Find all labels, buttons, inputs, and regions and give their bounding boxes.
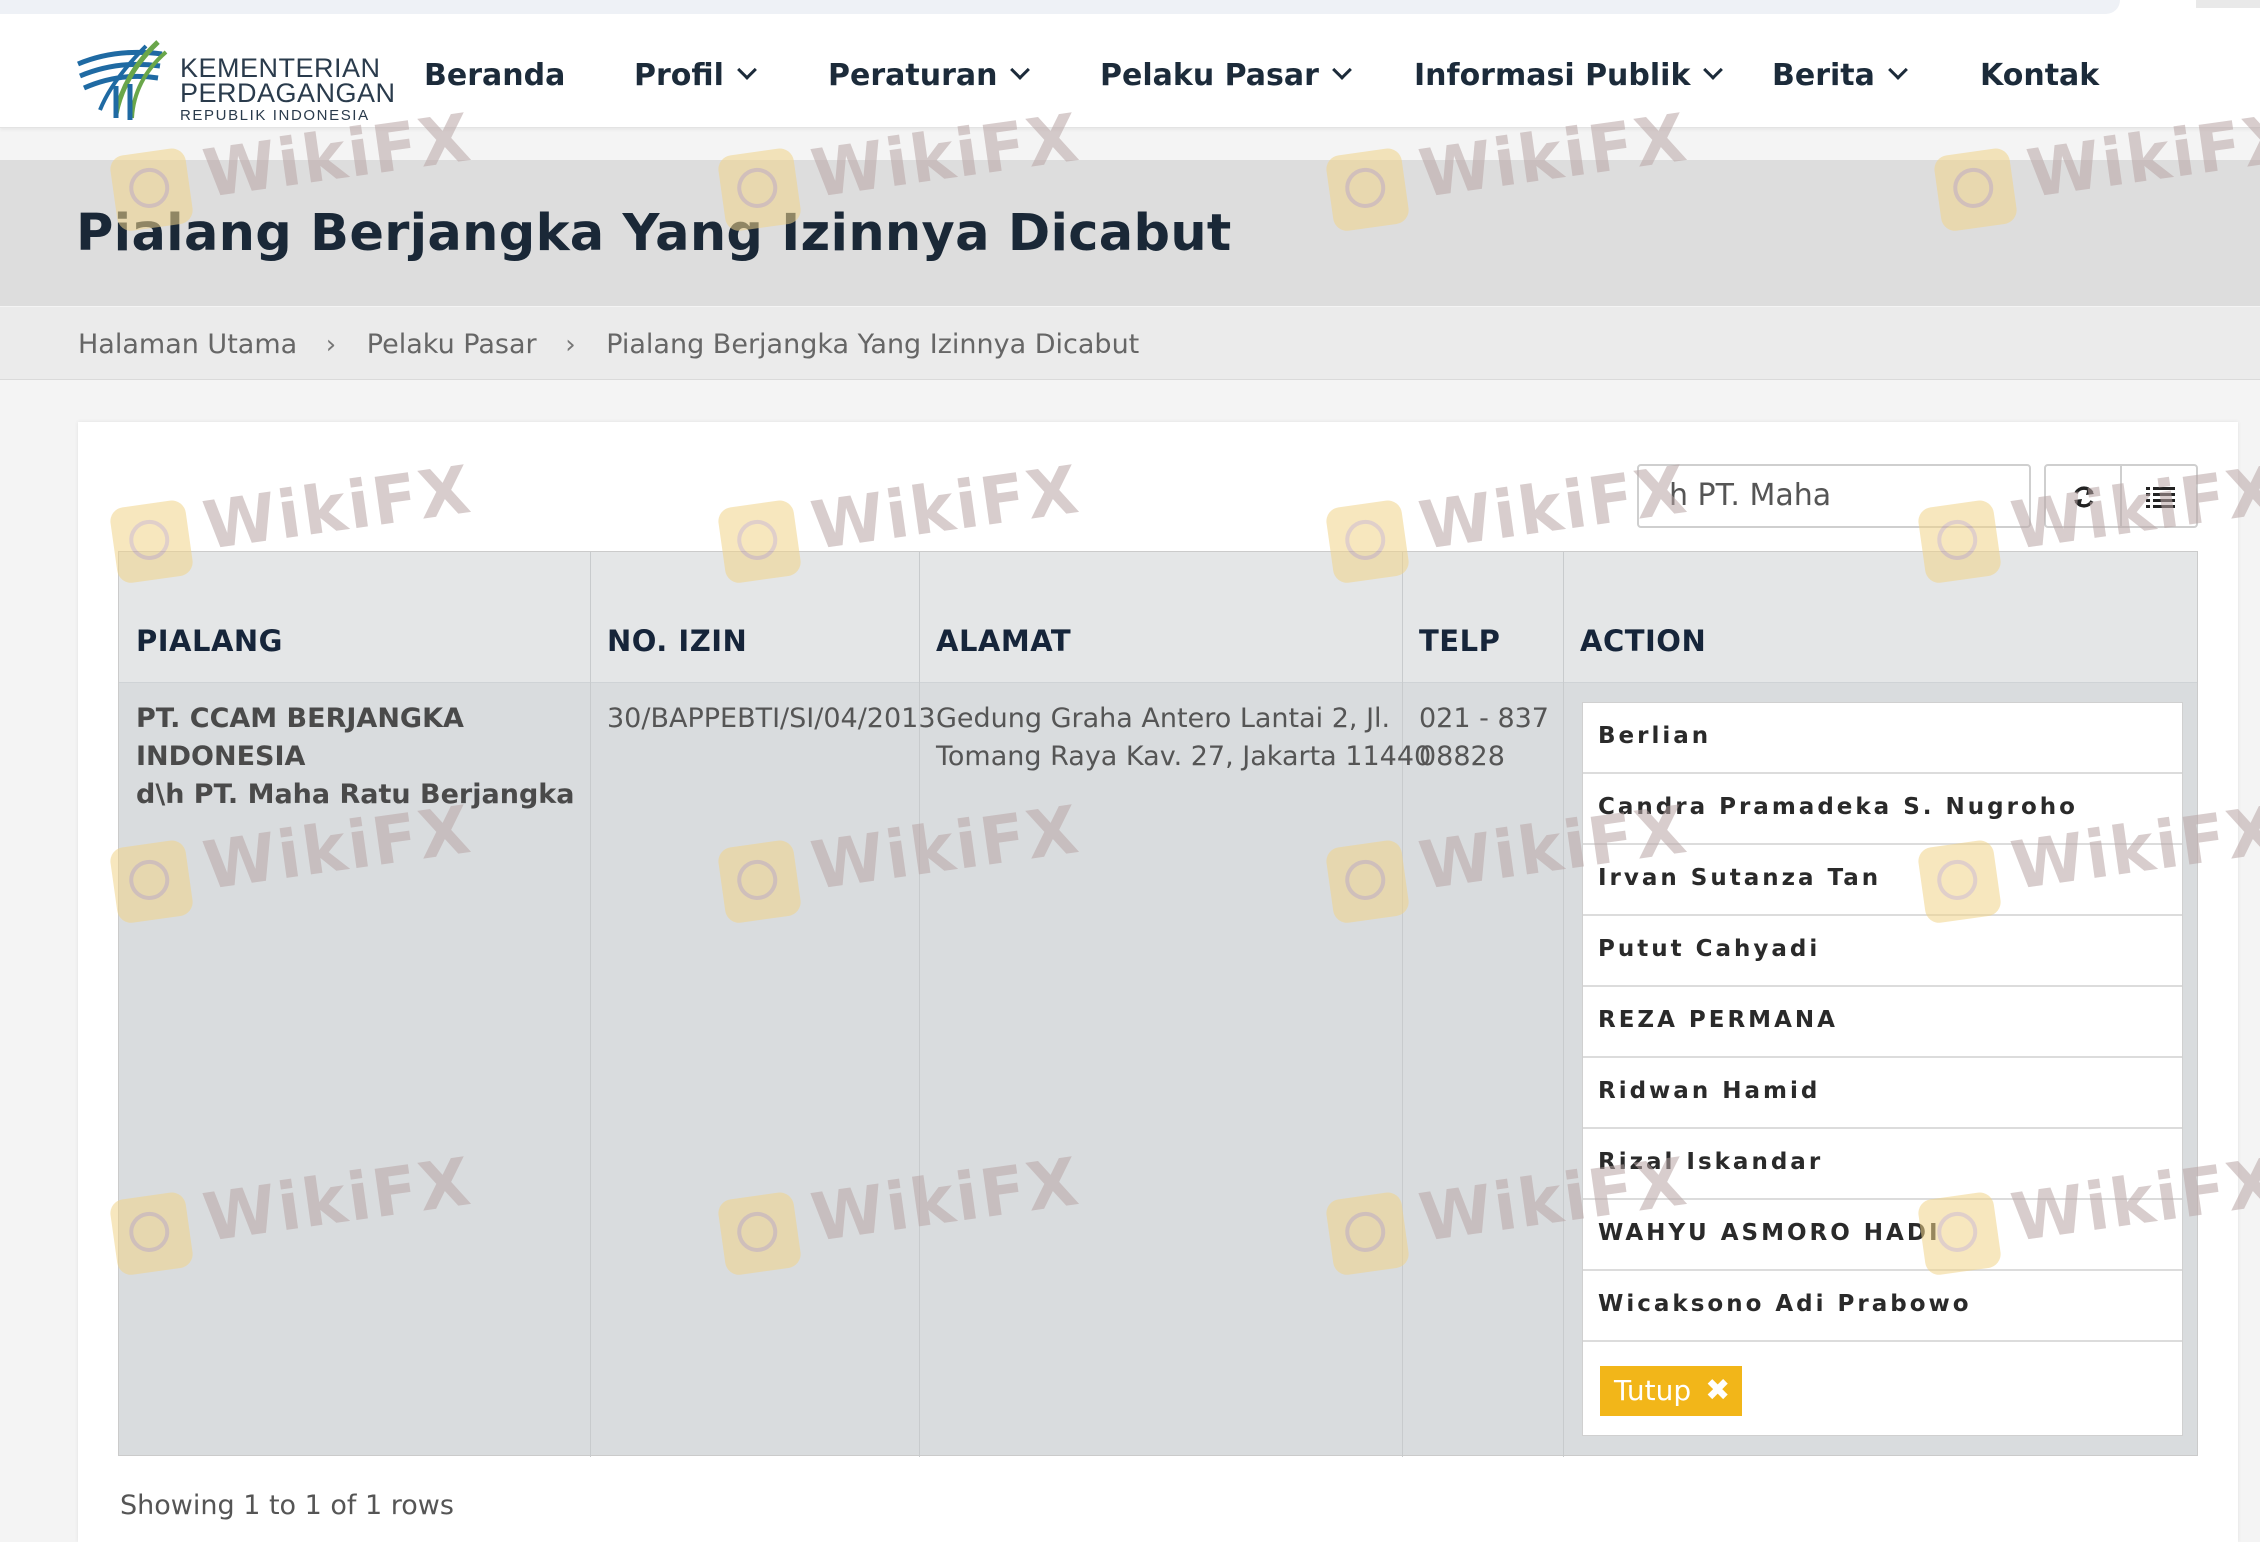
page-header-band: Pialang Berjangka Yang Izinnya Dicabut	[0, 160, 2260, 306]
refresh-icon	[2074, 486, 2094, 508]
nav-item-beranda[interactable]: Beranda	[424, 58, 565, 93]
column-divider	[590, 552, 591, 1457]
column-divider	[1402, 552, 1403, 1457]
chevron-down-icon	[737, 60, 757, 80]
nav-label: Peraturan	[828, 58, 998, 93]
nav-item-berita[interactable]: Berita	[1772, 58, 1908, 93]
list-item[interactable]: REZA PERMANA	[1583, 987, 2182, 1058]
nav-label: Kontak	[1980, 58, 2100, 93]
list-item[interactable]: Rizal Iskandar	[1583, 1129, 2182, 1200]
cell-telp: 021 - 837 08828	[1419, 700, 1549, 776]
close-button-label: Tutup	[1614, 1374, 1692, 1407]
chevron-down-icon	[1703, 60, 1724, 80]
pagination-summary: Showing 1 to 1 of 1 rows	[120, 1490, 454, 1521]
list-item[interactable]: Putut Cahyadi	[1583, 916, 2182, 987]
action-dropdown-panel: Berlian Candra Pramadeka S. Nugroho Irva…	[1582, 702, 2183, 1436]
logo-wordmark: KEMENTERIAN PERDAGANGAN REPUBLIK INDONES…	[180, 55, 396, 126]
alamat-line: Gedung Graha Antero Lantai 2, Jl.	[936, 703, 1391, 734]
logo-line-2: PERDAGANGAN	[180, 78, 396, 108]
nav-label: Berita	[1772, 58, 1875, 93]
column-header-telp[interactable]: TELP	[1419, 624, 1500, 658]
chevron-down-icon	[1887, 60, 1908, 80]
nav-label: Informasi Publik	[1414, 58, 1691, 93]
cell-pialang: PT. CCAM BERJANGKA INDONESIA d\h PT. Mah…	[136, 700, 576, 814]
chevron-down-icon	[1332, 60, 1352, 80]
page-title: Pialang Berjangka Yang Izinnya Dicabut	[76, 204, 1232, 263]
columns-toggle-button[interactable]	[2120, 464, 2198, 528]
column-divider	[1563, 552, 1564, 1457]
nav-label: Profil	[634, 58, 724, 93]
browser-top-strip	[0, 0, 2260, 28]
nav-label: Pelaku Pasar	[1100, 58, 1319, 93]
telp-line: 08828	[1419, 741, 1505, 772]
chevron-right-icon: ›	[325, 330, 337, 360]
alamat-line: Tomang Raya Kav. 27, Jakarta 11440	[936, 741, 1432, 772]
nav-item-pelaku-pasar[interactable]: Pelaku Pasar	[1100, 58, 1352, 93]
ministry-logo[interactable]: KEMENTERIAN PERDAGANGAN REPUBLIK INDONES…	[76, 34, 395, 124]
logo-line-3: REPUBLIK INDONESIA	[180, 107, 370, 124]
refresh-button[interactable]	[2044, 464, 2122, 528]
results-table: PIALANG NO. IZIN ALAMAT TELP ACTION PT. …	[118, 551, 2198, 1457]
list-item[interactable]: Berlian	[1583, 703, 2182, 774]
telp-line: 021 - 837	[1419, 703, 1549, 734]
column-header-no-izin[interactable]: NO. IZIN	[607, 624, 747, 658]
nav-item-kontak[interactable]: Kontak	[1980, 58, 2099, 93]
close-button[interactable]: Tutup ✖	[1600, 1366, 1742, 1416]
list-item[interactable]: Irvan Sutanza Tan	[1583, 845, 2182, 916]
column-divider	[919, 552, 920, 1457]
chevron-right-icon: ›	[565, 330, 576, 360]
logo-emblem-icon	[77, 40, 168, 120]
cell-no-izin: 30/BAPPEBTI/SI/04/2013	[607, 703, 936, 734]
nav-item-peraturan[interactable]: Peraturan	[828, 58, 1031, 93]
search-input[interactable]: h PT. Maha	[1637, 464, 2031, 528]
table-header: PIALANG NO. IZIN ALAMAT TELP ACTION	[119, 552, 2197, 683]
pialang-name: PT. CCAM BERJANGKA INDONESIA	[136, 703, 464, 772]
breadcrumb: Halaman Utama › Pelaku Pasar › Pialang B…	[0, 307, 2260, 380]
chevron-down-icon	[1010, 60, 1031, 80]
list-item[interactable]: Candra Pramadeka S. Nugroho	[1583, 774, 2182, 845]
address-bar-edge	[0, 0, 2120, 14]
column-header-action[interactable]: ACTION	[1580, 624, 1706, 658]
nav-item-informasi-publik[interactable]: Informasi Publik	[1414, 58, 1724, 93]
main-navbar: KEMENTERIAN PERDAGANGAN REPUBLIK INDONES…	[0, 28, 2260, 128]
nav-label: Beranda	[424, 58, 566, 93]
breadcrumb-current: Pialang Berjangka Yang Izinnya Dicabut	[606, 329, 1140, 360]
column-header-alamat[interactable]: ALAMAT	[936, 624, 1071, 658]
cell-alamat: Gedung Graha Antero Lantai 2, Jl. Tomang…	[936, 700, 1431, 776]
list-item[interactable]: Ridwan Hamid	[1583, 1058, 2182, 1129]
breadcrumb-home-link[interactable]: Halaman Utama	[78, 329, 297, 360]
browser-corner	[2196, 0, 2260, 8]
pialang-alias: d\h PT. Maha Ratu Berjangka	[136, 779, 575, 810]
list-item[interactable]: Wicaksono Adi Prabowo	[1583, 1271, 2182, 1342]
list-icon	[2146, 487, 2175, 508]
breadcrumb-pelaku-pasar-link[interactable]: Pelaku Pasar	[367, 329, 537, 360]
list-item[interactable]: WAHYU ASMORO HADI	[1583, 1200, 2182, 1271]
column-header-pialang[interactable]: PIALANG	[136, 624, 283, 658]
close-icon: ✖	[1705, 1373, 1731, 1408]
nav-item-profil[interactable]: Profil	[634, 58, 757, 93]
